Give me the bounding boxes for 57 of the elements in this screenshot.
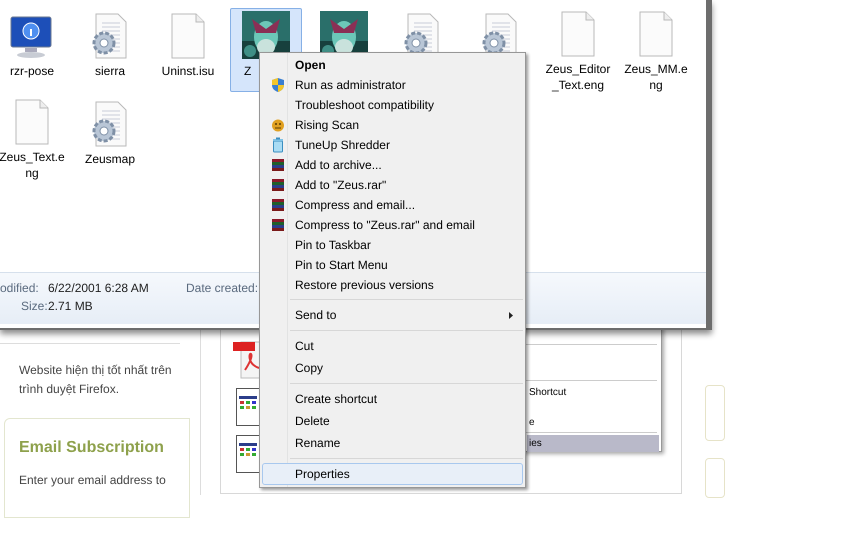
menu-item[interactable]: Cut — [262, 335, 523, 357]
grid-file-icon — [236, 388, 260, 426]
shield-icon — [271, 77, 285, 93]
file-name: Zeus_Editor _Text.eng — [544, 61, 612, 93]
menu-item[interactable]: Rename — [262, 432, 523, 454]
file-item[interactable]: Zeusmap — [74, 96, 146, 180]
menu-item[interactable]: Copy — [262, 357, 523, 379]
menu-item[interactable]: Restore previous versions — [262, 275, 523, 295]
detail-label: odified: — [0, 280, 39, 297]
browser-note: Website hiện thị tốt nhất trên trình duyệt Firefox. — [19, 362, 173, 398]
books-icon — [271, 198, 285, 212]
blank-file-icon — [560, 11, 596, 57]
file-item[interactable]: Zeus_Text.e ng — [0, 96, 68, 180]
blank-file-icon — [638, 11, 674, 57]
file-name: Zeus_Text.e ng — [0, 149, 66, 181]
menu-item[interactable]: Compress and email... — [262, 195, 523, 215]
menu-item[interactable]: Add to "Zeus.rar" — [262, 175, 523, 195]
submenu-arrow-icon — [509, 312, 513, 319]
file-item[interactable]: sierra — [74, 8, 146, 92]
detail-value: 6/22/2001 6:28 AM — [48, 280, 149, 297]
menu-item[interactable]: Properties — [262, 463, 523, 485]
file-name: Zeusmap — [84, 151, 136, 167]
side-box — [705, 458, 725, 498]
file-name: Zeus_MM.e ng — [623, 61, 689, 93]
file-name: rzr-pose — [8, 63, 55, 79]
menu-item[interactable]: Send to — [262, 304, 523, 326]
menu-item[interactable]: Create shortcut — [262, 388, 523, 410]
menu-item[interactable]: Rising Scan — [262, 115, 523, 135]
menu-item[interactable]: Shortcut — [527, 384, 659, 401]
bin-icon — [272, 137, 284, 153]
detail-label: Date created: — [186, 280, 258, 297]
menu-item[interactable]: TuneUp Shredder — [262, 135, 523, 155]
blank-file-icon — [14, 99, 50, 145]
menu-item[interactable]: e — [527, 414, 659, 431]
blank-file-icon — [170, 13, 206, 59]
detail-label: Size: — [21, 298, 48, 315]
menu-item[interactable]: ies — [527, 435, 659, 452]
subscription-text: Enter your email address to — [19, 472, 166, 489]
menu-item[interactable]: Compress to "Zeus.rar" and email — [262, 215, 523, 235]
detail-value: 2.71 MB — [48, 298, 93, 315]
file-name: Uninst.isu — [160, 63, 216, 79]
books-icon — [271, 218, 285, 232]
books-icon — [271, 178, 285, 192]
menu-item[interactable]: Troubleshoot compatibility — [262, 95, 523, 115]
file-item[interactable]: Zeus_Editor _Text.eng — [542, 8, 614, 92]
books-icon — [271, 158, 285, 172]
file-item[interactable]: rzr-pose — [0, 8, 68, 92]
menu-item[interactable]: Pin to Taskbar — [262, 235, 523, 255]
menu-item[interactable]: Pin to Start Menu — [262, 255, 523, 275]
menu-item[interactable]: Delete — [262, 410, 523, 432]
file-item[interactable]: Uninst.isu — [152, 8, 224, 92]
file-item[interactable]: Zeus_MM.e ng — [620, 8, 692, 92]
grid-file-icon — [236, 435, 260, 473]
file-name: sierra — [94, 63, 126, 79]
subscription-title: Email Subscription — [19, 438, 164, 458]
side-box — [705, 385, 725, 441]
menu-item[interactable]: Add to archive... — [262, 155, 523, 175]
